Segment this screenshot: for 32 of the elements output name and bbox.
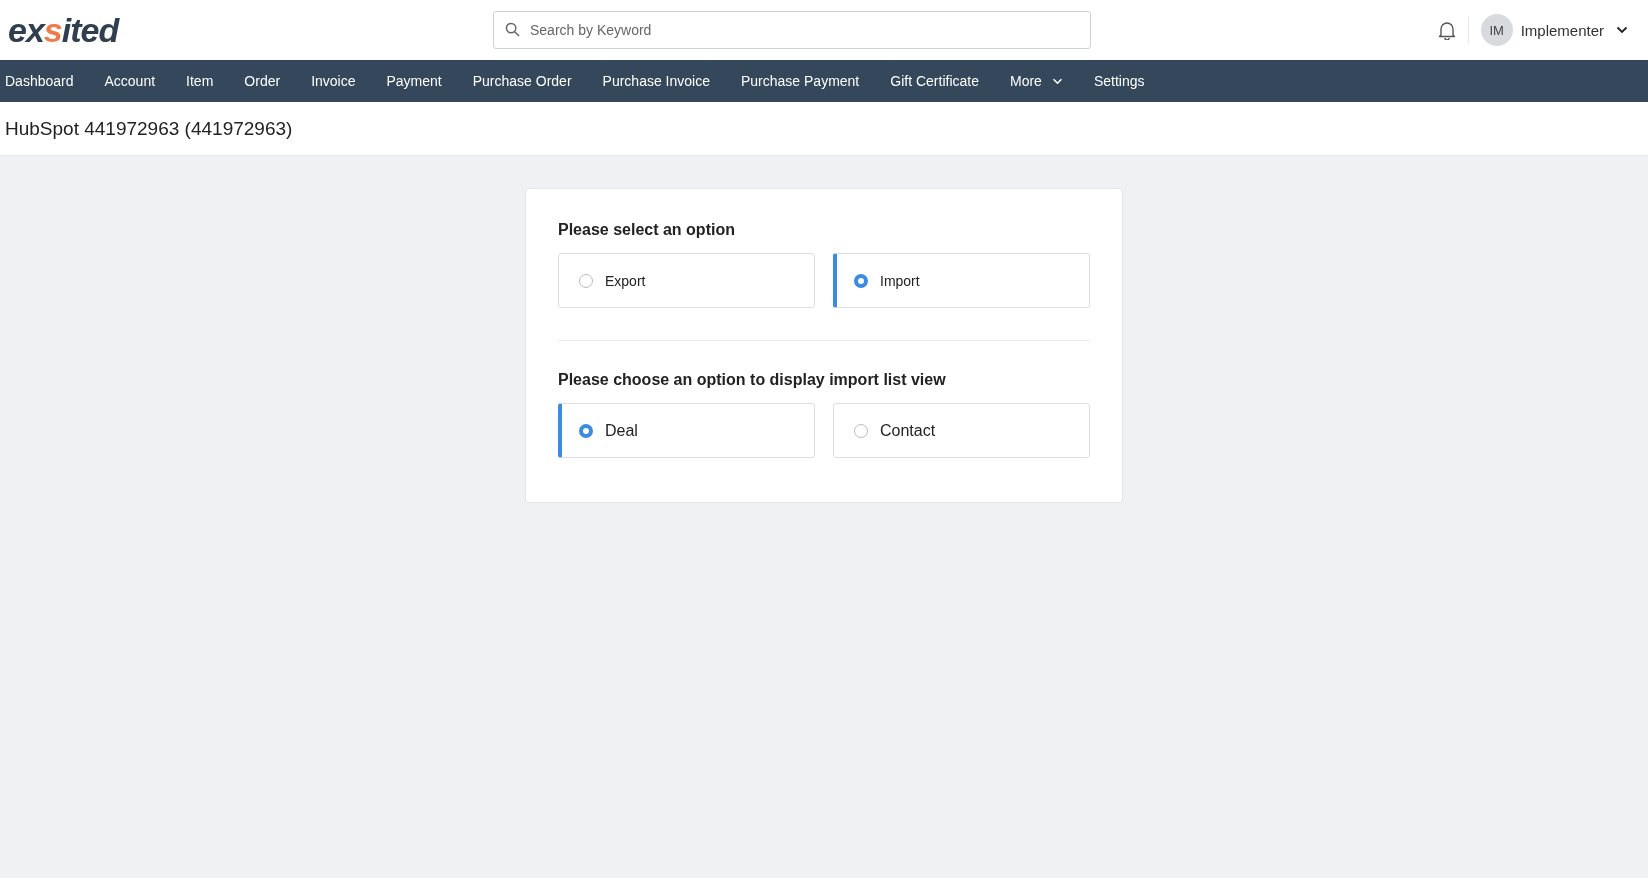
option-label: Import [880,272,920,289]
nav-link[interactable]: Order [244,73,281,89]
nav-link[interactable]: Purchase Order [472,73,572,89]
nav-link[interactable]: Invoice [311,73,356,89]
user-avatar[interactable]: IM [1480,14,1513,46]
option-label: Export [605,272,646,289]
search-field[interactable]: Search by Keyword [493,11,1091,49]
option-card[interactable]: Export [558,253,815,308]
nav-link[interactable]: Dashboard [5,73,74,89]
bell-icon[interactable] [1437,20,1456,40]
nav-link[interactable]: Account [104,73,156,89]
section-heading: Please select an option [558,221,736,239]
section-heading: Please choose an option to display import list view [558,371,947,389]
user-name[interactable]: Implementer [1520,21,1604,39]
option-label: Contact [880,421,936,440]
option-card[interactable]: Contact [833,403,1090,458]
nav-link[interactable]: Purchase Payment [740,73,860,89]
option-card[interactable]: Deal [558,403,815,458]
nav-menu[interactable]: More [1009,73,1063,89]
nav-link[interactable]: Settings [1093,73,1145,89]
radio-button[interactable] [579,423,593,438]
chevron-down-icon[interactable] [1616,26,1628,34]
option-label: Deal [605,421,638,440]
nav-link[interactable]: Payment [386,73,442,89]
nav-link[interactable]: Gift Certificate [890,73,979,89]
page-title: HubSpot 441972963 (441972963) [5,117,293,140]
radio-button[interactable] [854,273,868,288]
option-card[interactable]: Import [833,253,1090,308]
chevron-down-icon [1051,77,1063,85]
nav-link[interactable]: Item [186,73,214,89]
logo[interactable]: exsited [8,10,493,50]
nav-link[interactable]: Purchase Invoice [602,73,710,89]
